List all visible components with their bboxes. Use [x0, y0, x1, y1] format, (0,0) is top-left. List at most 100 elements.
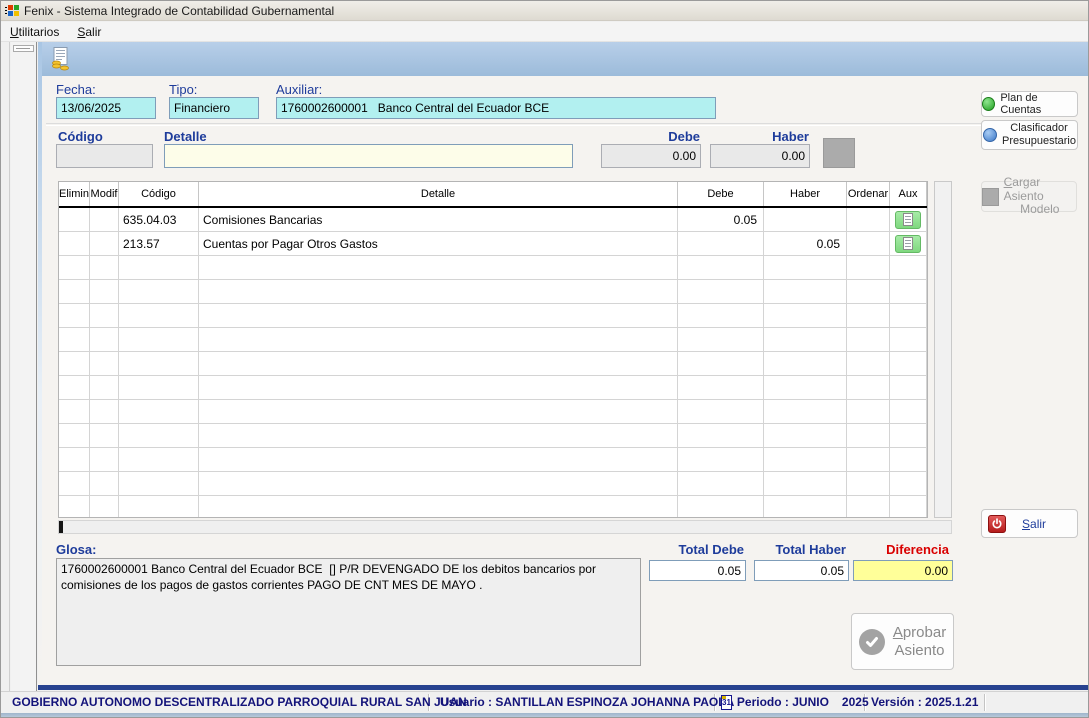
- tipo-input[interactable]: [169, 97, 259, 119]
- table-horizontal-scrollbar[interactable]: [58, 520, 952, 534]
- cell-debe: [678, 304, 764, 327]
- haber-input[interactable]: [710, 144, 810, 168]
- table-row[interactable]: [59, 256, 927, 280]
- fecha-input[interactable]: [56, 97, 156, 119]
- glosa-textarea[interactable]: 1760002600001 Banco Central del Ecuador …: [56, 558, 641, 666]
- cell-codigo: [119, 424, 199, 447]
- form-header-strip: [38, 42, 1089, 76]
- table-row[interactable]: [59, 448, 927, 472]
- cell-haber: [764, 304, 847, 327]
- cell-haber: [764, 280, 847, 303]
- cell-codigo: [119, 376, 199, 399]
- cell-ordenar: [847, 352, 890, 375]
- aprobar-label-line2: Asiento: [894, 642, 944, 659]
- table-row[interactable]: [59, 304, 927, 328]
- cell-debe: [678, 328, 764, 351]
- cell-detalle: [199, 448, 678, 471]
- cell-debe: [678, 496, 764, 518]
- table-row[interactable]: [59, 424, 927, 448]
- cell-ordenar: [847, 328, 890, 351]
- table-row[interactable]: 213.57Cuentas por Pagar Otros Gastos0.05: [59, 232, 927, 256]
- cell-detalle: [199, 424, 678, 447]
- cell-elimin: [59, 208, 90, 231]
- cell-elimin: [59, 352, 90, 375]
- aux-button[interactable]: [895, 235, 921, 253]
- status-version-section: Versión : 2025.1.21: [865, 694, 985, 711]
- cell-detalle: Comisiones Bancarias: [199, 208, 678, 231]
- plan-de-cuentas-button[interactable]: Plan de Cuentas: [981, 91, 1078, 117]
- cell-detalle: [199, 280, 678, 303]
- cell-ordenar: [847, 496, 890, 518]
- cell-debe: [678, 400, 764, 423]
- salir-button-label: Salir: [1022, 517, 1046, 531]
- cell-modif: [90, 256, 119, 279]
- cell-debe: [678, 280, 764, 303]
- auxiliar-input[interactable]: [276, 97, 716, 119]
- cell-codigo: [119, 256, 199, 279]
- cell-ordenar: [847, 400, 890, 423]
- app-windows-logo-icon: [5, 4, 19, 17]
- document-coins-icon[interactable]: [51, 47, 71, 71]
- column-header-codigo: Código: [119, 182, 199, 206]
- gray-square-icon: [982, 188, 999, 206]
- aprobar-label-line1: Aprobar: [893, 624, 946, 641]
- aprobar-asiento-button[interactable]: Aprobar Asiento: [851, 613, 954, 670]
- cell-aux: [890, 472, 927, 495]
- table-row[interactable]: [59, 400, 927, 424]
- cell-modif: [90, 208, 119, 231]
- collapsed-window-handle[interactable]: [13, 45, 34, 52]
- codigo-label: Código: [58, 129, 103, 144]
- add-line-button[interactable]: [823, 138, 855, 168]
- cell-codigo: 635.04.03: [119, 208, 199, 231]
- cell-modif: [90, 400, 119, 423]
- detalle-input[interactable]: [164, 144, 573, 168]
- cell-elimin: [59, 256, 90, 279]
- table-vertical-scrollbar[interactable]: [934, 181, 952, 518]
- table-row[interactable]: 635.04.03Comisiones Bancarias0.05: [59, 208, 927, 232]
- total-debe-field: [649, 560, 746, 581]
- table-row[interactable]: [59, 496, 927, 518]
- journal-entry-form: Fecha: Tipo: Auxiliar: Código Detalle De…: [38, 42, 1089, 690]
- table-row[interactable]: [59, 352, 927, 376]
- table-row[interactable]: [59, 376, 927, 400]
- cell-haber: 0.05: [764, 232, 847, 255]
- scrollbar-thumb[interactable]: [59, 521, 63, 533]
- check-circle-icon: [859, 629, 885, 655]
- cell-haber: [764, 424, 847, 447]
- cell-haber: [764, 448, 847, 471]
- column-header-modif: Modif: [90, 182, 119, 206]
- cell-detalle: [199, 400, 678, 423]
- cell-codigo: [119, 328, 199, 351]
- cell-aux: [890, 400, 927, 423]
- status-version-text: Versión : 2025.1.21: [871, 695, 978, 709]
- debe-input[interactable]: [601, 144, 701, 168]
- cell-codigo: [119, 304, 199, 327]
- table-row[interactable]: [59, 328, 927, 352]
- codigo-input[interactable]: [56, 144, 153, 168]
- salir-button[interactable]: Salir: [981, 509, 1078, 538]
- table-row[interactable]: [59, 280, 927, 304]
- cell-elimin: [59, 400, 90, 423]
- aux-button[interactable]: [895, 211, 921, 229]
- cargar-label-line2: Modelo: [1020, 203, 1059, 217]
- cell-modif: [90, 352, 119, 375]
- cell-aux: [890, 304, 927, 327]
- group-divider: [46, 123, 1008, 125]
- cell-elimin: [59, 472, 90, 495]
- status-bar: GOBIERNO AUTONOMO DESCENTRALIZADO PARROQ…: [1, 691, 1089, 712]
- status-entity-section: GOBIERNO AUTONOMO DESCENTRALIZADO PARROQ…: [1, 694, 429, 711]
- column-header-debe: Debe: [678, 182, 764, 206]
- cell-detalle: [199, 496, 678, 518]
- menu-salir[interactable]: Salir: [68, 23, 110, 41]
- status-user-section: Usuario : SANTILLAN ESPINOZA JOHANNA PAO…: [429, 694, 715, 711]
- table-row[interactable]: [59, 472, 927, 496]
- cell-aux: [890, 256, 927, 279]
- status-user-text: Usuario : SANTILLAN ESPINOZA JOHANNA PAO…: [440, 695, 734, 709]
- clasificador-presupuestario-button[interactable]: Clasificador Presupuestario: [981, 120, 1078, 150]
- diferencia-field: [853, 560, 953, 581]
- cell-debe: [678, 352, 764, 375]
- cargar-asiento-modelo-button[interactable]: Cargar Asiento Modelo: [981, 181, 1077, 212]
- cell-ordenar: [847, 376, 890, 399]
- menu-utilitarios[interactable]: Utilitarios: [1, 23, 68, 41]
- cell-elimin: [59, 376, 90, 399]
